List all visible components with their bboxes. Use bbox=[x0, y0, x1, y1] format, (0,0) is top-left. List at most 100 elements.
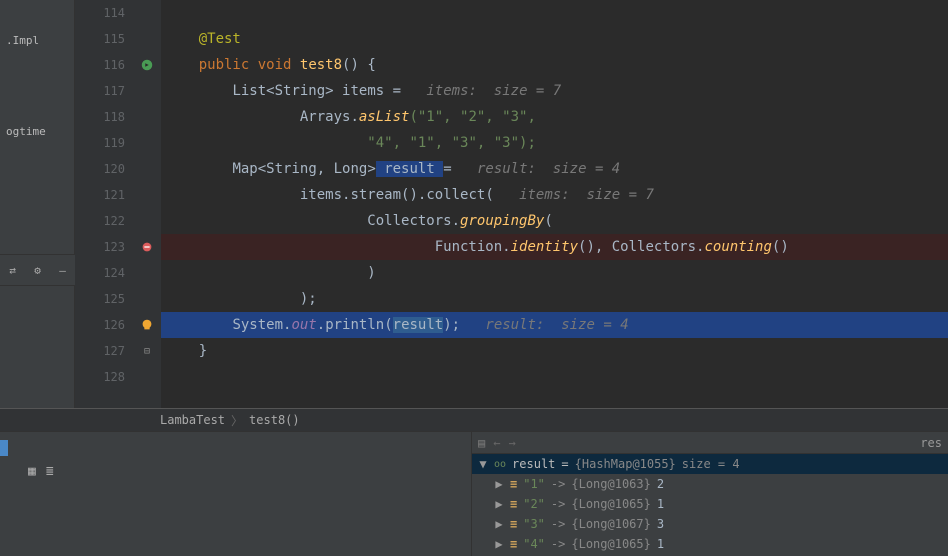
settings-icon[interactable]: ⇄ bbox=[9, 264, 16, 277]
identifier: result bbox=[376, 161, 443, 177]
line-number[interactable]: 115 bbox=[75, 26, 125, 52]
punct: () { bbox=[342, 57, 376, 73]
entry-icon: ≡ bbox=[510, 537, 517, 551]
breakpoint-icon[interactable] bbox=[133, 234, 161, 260]
type: Long bbox=[334, 161, 368, 177]
method: asList bbox=[359, 109, 410, 125]
line-number[interactable]: 114 bbox=[75, 0, 125, 26]
string: "4", "1", "3", "3"); bbox=[367, 135, 536, 151]
type: Collectors bbox=[612, 239, 696, 255]
line-number[interactable]: 116 bbox=[75, 52, 125, 78]
method: counting bbox=[704, 239, 771, 255]
type: Function bbox=[435, 239, 502, 255]
entry-type: {Long@1067} bbox=[571, 517, 650, 531]
field: out bbox=[291, 317, 316, 333]
breadcrumb-method[interactable]: test8() bbox=[249, 413, 300, 427]
variable-root[interactable]: ▼ oo result = {HashMap@1055} size = 4 bbox=[472, 454, 948, 474]
line-number[interactable]: 122 bbox=[75, 208, 125, 234]
entry-icon: ≡ bbox=[510, 497, 517, 511]
tree-item[interactable]: .Impl bbox=[0, 30, 74, 51]
editor-area: .Impl ogtime ⇄ ⚙ — 114 115 116 117 118 1… bbox=[0, 0, 948, 408]
line-number[interactable]: 123 bbox=[75, 234, 125, 260]
entry-type: {Long@1063} bbox=[571, 477, 650, 491]
variable-size: size = 4 bbox=[682, 457, 740, 471]
method: stream bbox=[350, 187, 401, 203]
type: System bbox=[232, 317, 283, 333]
line-number[interactable]: 120 bbox=[75, 156, 125, 182]
entry-type: {Long@1065} bbox=[571, 537, 650, 551]
code-editor[interactable]: @Test public void test8() { List<String>… bbox=[161, 0, 948, 408]
collapse-icon[interactable]: ▼ bbox=[478, 457, 488, 471]
line-number[interactable]: 128 bbox=[75, 364, 125, 390]
tab-label[interactable]: res bbox=[920, 436, 942, 450]
line-number[interactable]: 127 bbox=[75, 338, 125, 364]
inlay-hint: result: size = 4 bbox=[485, 317, 628, 333]
breadcrumb[interactable]: LambaTest 〉 test8() bbox=[0, 408, 948, 432]
grid-icon[interactable]: ▦ bbox=[28, 464, 36, 479]
variable-entry[interactable]: ▶≡ "1" -> {Long@1063} 2 bbox=[472, 474, 948, 494]
tree-item[interactable]: ogtime bbox=[0, 121, 74, 142]
variables-panel[interactable]: ▤ ← → res ▼ oo result = {HashMap@1055} s… bbox=[472, 432, 948, 556]
method: collect bbox=[426, 187, 485, 203]
type: String bbox=[275, 83, 326, 99]
minimize-icon[interactable]: — bbox=[59, 264, 66, 277]
variable-entry[interactable]: ▶≡ "2" -> {Long@1065} 1 bbox=[472, 494, 948, 514]
method: println bbox=[325, 317, 384, 333]
line-number[interactable]: 125 bbox=[75, 286, 125, 312]
annotation: @Test bbox=[199, 31, 241, 47]
new-watch-icon[interactable]: ▤ bbox=[478, 436, 485, 450]
left-toolbar: ⇄ ⚙ — bbox=[0, 254, 75, 286]
line-number[interactable]: 121 bbox=[75, 182, 125, 208]
entry-icon: ≡ bbox=[510, 517, 517, 531]
line-number[interactable]: 124 bbox=[75, 260, 125, 286]
line-number[interactable]: 117 bbox=[75, 78, 125, 104]
line-number[interactable]: 119 bbox=[75, 130, 125, 156]
variable-type: {HashMap@1055} bbox=[575, 457, 676, 471]
expand-icon[interactable]: ▶ bbox=[494, 477, 504, 491]
expand-icon[interactable]: ▶ bbox=[494, 497, 504, 511]
punct: } bbox=[199, 343, 207, 359]
back-icon[interactable]: ← bbox=[493, 436, 500, 450]
type: Collectors bbox=[367, 213, 451, 229]
gear-icon[interactable]: ⚙ bbox=[34, 264, 41, 277]
watch-icon: oo bbox=[494, 459, 506, 470]
bulb-icon[interactable] bbox=[133, 312, 161, 338]
arrow-icon: -> bbox=[551, 517, 565, 531]
gutter-markers[interactable]: ⊟ bbox=[133, 0, 161, 408]
entry-key: "2" bbox=[523, 497, 545, 511]
project-panel[interactable]: .Impl ogtime ⇄ ⚙ — bbox=[0, 0, 75, 408]
forward-icon[interactable]: → bbox=[508, 436, 515, 450]
inlay-hint: items: size = 7 bbox=[519, 187, 654, 203]
expand-icon[interactable]: ▶ bbox=[494, 517, 504, 531]
type: Arrays bbox=[300, 109, 351, 125]
arrow-icon: -> bbox=[551, 477, 565, 491]
run-gutter-icon[interactable] bbox=[133, 52, 161, 78]
line-number[interactable]: 118 bbox=[75, 104, 125, 130]
variables-toolbar: ▤ ← → res bbox=[472, 432, 948, 454]
breadcrumb-class[interactable]: LambaTest bbox=[160, 413, 225, 427]
frames-panel[interactable]: ▦ ≣ bbox=[0, 432, 472, 556]
chevron-right-icon: 〉 bbox=[231, 412, 243, 429]
entry-value: 2 bbox=[657, 477, 664, 491]
active-tab-indicator bbox=[0, 440, 8, 456]
identifier: result bbox=[393, 317, 444, 333]
string: ("1", "2", "3", bbox=[409, 109, 535, 125]
arrow-icon: -> bbox=[551, 537, 565, 551]
variable-entry[interactable]: ▶≡ "3" -> {Long@1067} 3 bbox=[472, 514, 948, 534]
identifier: items bbox=[334, 83, 393, 99]
list-icon[interactable]: ≣ bbox=[46, 464, 54, 479]
inlay-hint: items: size = 7 bbox=[426, 83, 561, 99]
variable-name: result bbox=[512, 457, 555, 471]
entry-value: 1 bbox=[657, 497, 664, 511]
type: Map bbox=[232, 161, 257, 177]
variable-entry[interactable]: ▶≡ "4" -> {Long@1065} 1 bbox=[472, 534, 948, 554]
line-number-gutter[interactable]: 114 115 116 117 118 119 120 121 122 123 … bbox=[75, 0, 133, 408]
type: String bbox=[266, 161, 317, 177]
line-number[interactable]: 126 bbox=[75, 312, 125, 338]
expand-icon[interactable]: ▶ bbox=[494, 537, 504, 551]
inlay-hint: result: size = 4 bbox=[477, 161, 620, 177]
entry-key: "4" bbox=[523, 537, 545, 551]
fold-icon[interactable]: ⊟ bbox=[133, 338, 161, 364]
entry-value: 3 bbox=[657, 517, 664, 531]
keyword: public bbox=[199, 57, 258, 73]
